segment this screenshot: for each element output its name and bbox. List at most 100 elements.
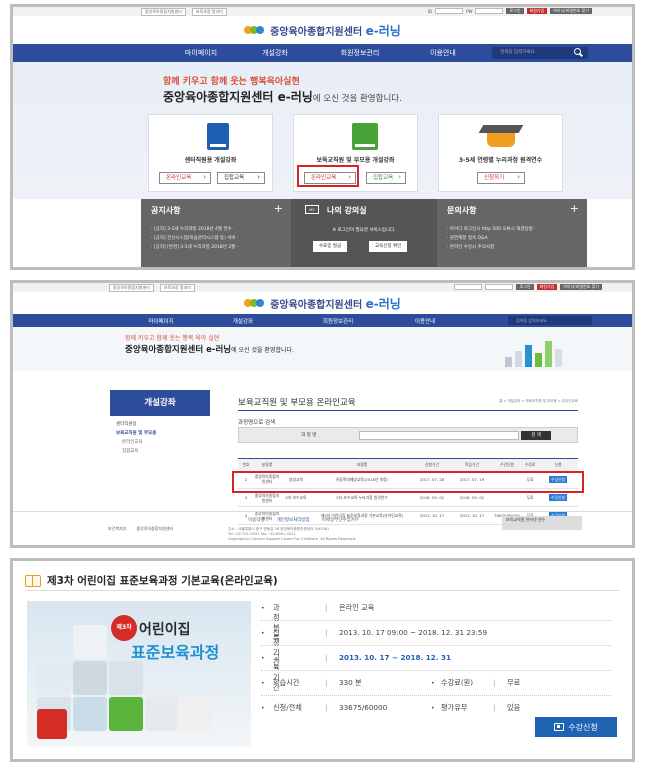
id-input[interactable] [435,8,464,14]
info-value: 33675/60000 [339,703,388,712]
nav-item-courses[interactable]: 개설강좌 [213,317,273,325]
logo-brand: e-러닝 [365,296,401,311]
sidebar-item-teacher-parent[interactable]: 보육교직원 및 부모용 [116,429,210,438]
online-edu-button[interactable]: 온라인교육 [159,172,211,184]
search-icon[interactable] [572,47,584,59]
info-value: 330 분 [339,678,362,687]
sidebar-item-staff[interactable]: 센터직원용 [116,420,210,429]
plus-icon[interactable]: + [570,202,579,215]
table-header: 수강인원 [492,458,522,471]
search-section-title: 과정명으로 검색 [238,420,276,426]
hero-title: 중앙육아종합지원센터 e-러닝에 오신 것을 환영합니다. [163,90,402,104]
hero-subtitle: 함께 키우고 함께 웃는 행복육아실현 [163,77,300,87]
pw-input[interactable] [485,284,514,290]
find-account-button[interactable]: 아이디/비밀번호 찾기 [560,284,602,290]
card-title: 보육교직원 및 부모용 개설강좌 [316,157,395,164]
info-label: 학습시간 [273,678,300,687]
nav-item-courses[interactable]: 개설강좌 [245,48,305,58]
org-logo-mohw: 보건복지부 [108,526,127,531]
my-classroom-section: MY 나의 강의실 ※ 로그인이 필요한 서비스입니다. 수료증 발급 교육신청… [291,199,437,267]
card-title: 센터직원용 개설강좌 [184,157,237,164]
org-logo-center: 중앙육아종합지원센터 [136,526,174,531]
nav-item-mypage[interactable]: 마이페이지 [131,317,191,325]
hero-section: 함께 키우고 함께 웃는 행복 육아 실현 중앙육아종합지원센터 e-러닝에 오… [13,327,632,371]
nav-search-input[interactable]: 검색을 입력하세요. [508,316,592,325]
course-list-screenshot: 중앙육아종합지원센터 보육과정 알리미 로그인 회원가입 아이디/비밀번호 찾기… [10,280,635,548]
id-input[interactable] [454,284,483,290]
login-button[interactable]: 로그인 [506,8,524,14]
nav-item-member[interactable]: 회원정보관리 [325,48,395,58]
card-title: 3-5세 연령별 누리과정 원격연수 [458,157,543,164]
footer-copyright: Copyright(c) Central Support Center For … [228,537,357,541]
faq-item[interactable]: · 아이디 로그인시 http 500 오류시 해결방법 · [447,225,536,234]
nav-item-member[interactable]: 회원정보관리 [303,317,373,325]
site-logo[interactable]: 중앙육아종합지원센터 e-러닝 [13,292,632,314]
footer-link-email[interactable]: 이메일무단수집거부 [322,517,359,523]
topbar-link[interactable]: 중앙육아종합지원센터 [141,8,186,16]
enroll-button[interactable]: 수강신청 [535,717,617,737]
table-header: 분류명 [254,458,280,471]
thumb-line1: 어린이집 [139,622,191,638]
info-value: 온라인 교육 [339,603,375,612]
faq-item[interactable]: · 온라인 수강시 주의사항 [447,243,536,252]
logo-brand: e-러닝 [365,23,401,38]
certificate-button[interactable]: 수료증 발급 [313,241,348,252]
footer-link-terms[interactable]: 이용약관 [248,517,265,523]
check-application-button[interactable]: 교육신청 확인 [369,241,408,252]
table-header [280,458,312,471]
topbar-link[interactable]: 중앙육아종합지원센터 [109,284,154,292]
monitor-icon [554,723,565,731]
card-nuri-training: 3-5세 연령별 누리과정 원격연수 신청하기 [438,114,563,192]
sidebar-item-online[interactable]: 온라인교육 [116,438,210,447]
info-label: 신청/전체 [273,703,302,712]
login-button[interactable]: 로그인 [516,284,534,290]
course-detail-header: 제3차 어린이집 표준보육과정 기본교육(온라인교육) [25,571,620,591]
logo-text: 중앙육아종합지원센터 [270,299,363,311]
info-value: 2013. 10. 17 ~ 2018. 12. 31 [339,653,451,662]
hero-section: 함께 키우고 함께 웃는 행복육아실현 중앙육아종합지원센터 e-러닝에 오신 … [13,62,632,199]
join-button[interactable]: 회원가입 [526,8,548,14]
course-name-input[interactable] [359,431,519,440]
id-label: ID [427,8,433,14]
enroll-label: 수강신청 [568,722,598,732]
notice-item[interactable]: · [공지] 전산시스템(학습관리시스템 등) 서버 · [151,234,238,243]
book-icon [352,123,378,150]
highlight-box [232,471,584,493]
info-value: 2013. 10. 17 09:00 ~ 2018. 12. 31 23:59 [339,628,488,637]
hero-subtitle: 함께 키우고 함께 웃는 행복 육아 실현 [125,335,220,342]
notice-heading: 공지사항 [151,206,181,215]
related-site-select[interactable]: 보육교직원 인터넷 연수 [502,516,582,530]
nav-item-guide[interactable]: 이용안내 [413,48,473,58]
nav-item-mypage[interactable]: 마이페이지 [171,48,231,58]
faq-item[interactable]: · 원연계정 접속 Q&A [447,234,536,243]
plus-icon[interactable]: + [274,202,283,215]
login-required-message: ※ 로그인이 필요한 서비스입니다. [332,228,396,233]
graduation-cap-icon [487,133,515,147]
topbar-link[interactable]: 보육과정 알리미 [159,284,195,292]
footer-link-privacy[interactable]: 개인정보처리방침 [277,517,310,523]
breadcrumb: 홈 > 개설강좌 > 보육교직원 및 부모용 > 온라인교육 [499,399,578,403]
course-title: 제3차 어린이집 표준보육과정 기본교육(온라인교육) [47,575,278,587]
offline-edu-button[interactable]: 집합교육 [366,172,406,184]
pw-input[interactable] [475,8,504,14]
hero-title: 중앙육아종합지원센터 e-러닝에 오신 것을 환영합니다. [125,345,294,355]
main-page-screenshot: 중앙육아종합지원센터 보육과정 알리미 ID PW 로그인 회원가입 아이디/비… [10,4,635,270]
nav-item-guide[interactable]: 이용안내 [395,317,455,325]
notice-item[interactable]: · [공지] 3-5세 누리과정 2018년 4월 연수 · [151,225,238,234]
site-logo[interactable]: 중앙육아종합지원센터 e-러닝 [13,16,632,44]
sidebar-item-offline[interactable]: 집합교육 [116,447,210,456]
find-account-button[interactable]: 아이디/비밀번호 찾기 [550,8,592,14]
main-nav: 마이페이지 개설강좌 회원정보관리 이용안내 검색을 입력하세요. [13,314,632,327]
notice-item[interactable]: · [공지] [변경] 3-5세 누리과정 2018년 3월 · [151,243,238,252]
info-value: 있음 [507,703,521,712]
offline-edu-button[interactable]: 집합교육 [217,172,265,184]
enroll-button[interactable]: 수강신청 [549,494,567,501]
topbar-link[interactable]: 보육과정 알리미 [191,8,227,16]
join-button[interactable]: 회원가입 [536,284,558,290]
table-header: 신청기간 [412,458,452,471]
footer: 보건복지부 중앙육아종합지원센터 이용약관 개인정보처리방침 이메일무단수집거부… [13,511,632,545]
apply-button[interactable]: 신청하기 [477,172,525,184]
search-button[interactable]: 검 색 [521,431,551,440]
course-detail-screenshot: 제3차 어린이집 표준보육과정 기본교육(온라인교육) 제3차 어린이집 표준보… [10,558,635,762]
main-nav: 마이페이지 개설강좌 회원정보관리 이용안내 검색을 입력하세요. [13,44,632,62]
